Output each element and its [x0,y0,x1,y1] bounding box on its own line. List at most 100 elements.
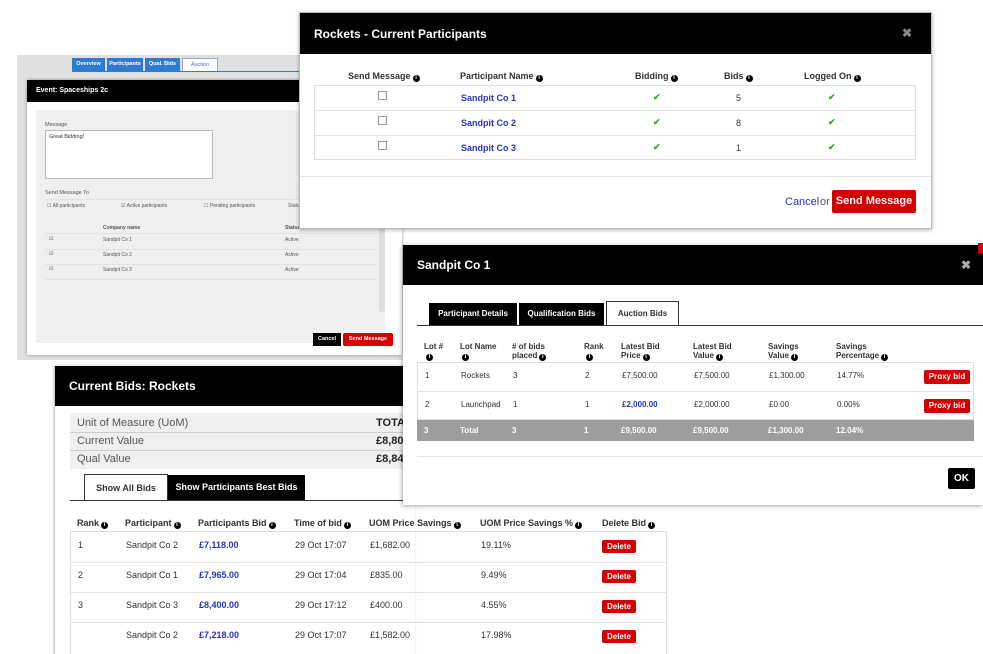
send-message-checkbox[interactable] [378,91,387,100]
summary-row: Qual Value £8,84 [70,451,415,468]
divider [45,233,377,234]
scrollbar[interactable] [379,220,385,312]
header-logged-on: Logged On i [804,71,861,82]
divider [417,456,983,457]
delete-bid-button[interactable]: Delete [602,630,636,643]
tab-participant-details[interactable]: Participant Details [429,303,517,325]
participant-link[interactable]: Sandpit Co 3 [461,143,516,153]
header-savings-percentage: Savings Percentage i [836,342,889,361]
tab-auction[interactable]: Auction [182,58,218,72]
bids-count: 5 [736,93,742,103]
send-message-checkbox[interactable] [378,116,387,125]
bids-count: 1 [736,143,742,153]
radio-active[interactable]: ☑ Active participants [121,203,167,209]
row-checkbox[interactable]: ☑ [49,266,53,272]
tab-qual-bids[interactable]: Qual. Bids [145,58,180,71]
header-lot-name: Lot Name i [460,342,497,361]
radio-pending[interactable]: ☐ Pending participants [204,203,255,209]
row-checkbox[interactable]: ☑ [49,251,53,257]
header-rank: Rank i [584,342,604,361]
header-bids: Bids i [724,71,753,82]
header-status: Status [285,225,301,231]
summary-label: Current Value [77,435,145,447]
rockets-table-box: Sandpit Co 1 ✔ 5 ✔ Sandpit Co 2 ✔ 8 ✔ Sa… [314,85,916,160]
delete-bid-button[interactable]: Delete [602,600,636,613]
lot-savings: £1,300.00 [769,371,805,380]
lot-latest-value: £7,500.00 [694,371,730,380]
radio-all-label: All participants [52,203,86,209]
info-icon: i [412,75,420,82]
lot-savings: £0.00 [769,400,790,409]
tab-qualification-bids[interactable]: Qualification Bids [519,303,604,325]
close-icon[interactable]: ✖ [961,258,971,272]
company-table: Company name Status ☑ Sandpit Co 1 Activ… [45,220,377,304]
bid-savings: £835.00 [370,570,403,580]
bids-count: 8 [736,118,742,128]
event-cancel-button[interactable]: Cancel [313,333,341,346]
delete-bid-button[interactable]: Delete [602,570,636,583]
summary-label: Qual Value [77,453,131,465]
header-participants-bid: Participants Bid i [198,518,276,529]
tab-auction-bids[interactable]: Auction Bids [606,301,679,326]
ok-button[interactable]: OK [948,468,975,489]
radio-all[interactable]: ☐ All participants [47,203,85,209]
bid-savings-pct: 9.49% [481,570,507,580]
table-row: ☑ Sandpit Co 3 Active [45,265,377,279]
lot-rank: 2 [585,371,590,380]
participant-link[interactable]: Sandpit Co 2 [461,118,516,128]
message-textarea[interactable]: Great Bidding! [45,130,213,179]
close-icon[interactable]: ✖ [902,26,912,40]
table-row: Sandpit Co 2 ✔ 8 ✔ [315,111,915,136]
proxy-bid-button[interactable]: Proxy bid [924,399,970,413]
send-to-label: Send Message To [45,190,89,196]
lot-number: 1 [425,371,430,380]
table-row: 1 Rockets 3 2 £7,500.00 £7,500.00 £1,300… [418,363,973,391]
summary-box: Unit of Measure (UoM) TOTA Current Value… [70,413,415,469]
lot-bids: 3 [513,371,518,380]
info-icon: i [575,522,583,529]
send-message-checkbox[interactable] [378,141,387,150]
info-icon: i [453,522,461,529]
bid-amount: £7,218.00 [199,630,240,640]
sandpit-modal-header: Sandpit Co 1 ✖ [403,245,983,285]
rockets-cancel-link[interactable]: Cancel [785,196,819,208]
lot-name: Rockets [461,371,490,380]
summary-value: TOTA [376,417,405,429]
status-partial: Statu [288,203,300,209]
info-icon: i [462,354,469,361]
proxy-bid-button[interactable]: Proxy bid [924,370,970,384]
bid-time: 29 Oct 17:07 [295,540,347,550]
participant-link[interactable]: Sandpit Co 1 [461,93,516,103]
info-icon: i [268,522,276,529]
info-icon: i [745,75,753,82]
tab-show-all-bids[interactable]: Show All Bids [84,474,168,501]
header-savings-value: Savings Value i [768,342,799,361]
tab-show-participants-best-bids[interactable]: Show Participants Best Bids [168,475,305,500]
info-icon: i [535,75,543,82]
header-bidding: Bidding i [635,71,678,82]
bid-time: 29 Oct 17:12 [295,600,347,610]
total-label: Total [460,426,479,435]
company-status: Active [285,237,299,243]
table-row: 2 Launchpad 1 1 £2,000.00 £2,000.00 £0.0… [418,392,973,420]
table-row: Sandpit Co 2 £7,218.00 29 Oct 17:07 £1,5… [71,623,666,653]
delete-bid-button[interactable]: Delete [602,540,636,553]
header-bids-placed: # of bids placed i [512,342,547,361]
info-icon: i [790,354,798,361]
total-savings: £1,300.00 [768,426,804,435]
sandpit-modal-title: Sandpit Co 1 [417,258,491,272]
bid-savings: £400.00 [370,600,403,610]
company-name: Sandpit Co 1 [103,237,132,243]
event-send-message-button[interactable]: Send Message [343,333,393,346]
header-time-of-bid: Time of bid i [294,518,351,529]
radio-active-label: Active participants [126,203,168,209]
page-edge-line [54,366,55,654]
company-status: Active [285,252,299,258]
tab-participants[interactable]: Participants [107,58,143,71]
header-rank: Rank i [77,518,109,529]
rockets-send-message-button[interactable]: Send Message [832,190,916,213]
bid-savings: £1,582.00 [370,630,411,640]
bid-rank: 3 [78,600,84,610]
row-checkbox[interactable]: ☑ [49,236,53,242]
tab-overview[interactable]: Overview [72,58,105,71]
